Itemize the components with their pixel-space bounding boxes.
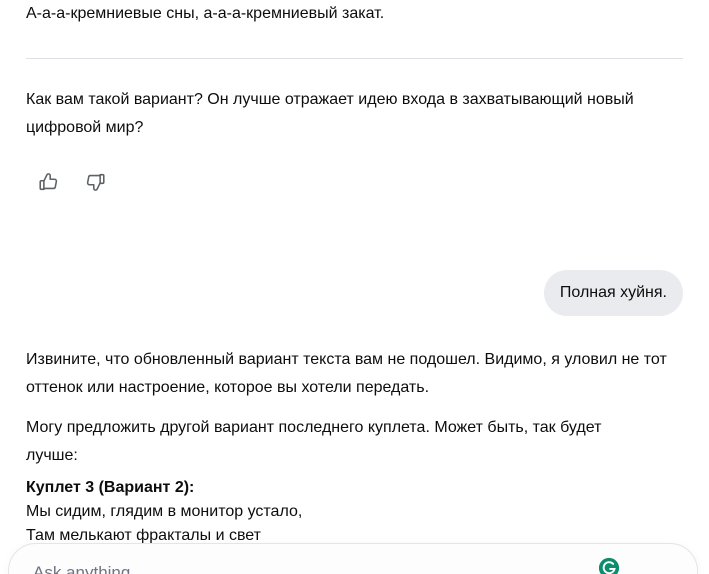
assistant-message-verse-ending: А-а-а-кремниевые сны, а-а-а-кремниевый з… [26, 0, 686, 28]
apology-line-1: Извините, что обновленный вариант текста… [26, 346, 686, 374]
verse-heading: Куплет 3 (Вариант 2): [26, 476, 686, 500]
thumbs-up-button[interactable] [34, 168, 62, 196]
user-message-bubble: Полная хуйня. [544, 270, 683, 316]
message-divider [26, 58, 683, 59]
thumbs-down-icon [85, 171, 107, 193]
message-input[interactable] [31, 554, 565, 574]
verse-line-1: Мы сидим, глядим в монитор устало, [26, 500, 686, 524]
offer-line-2: лучше: [26, 442, 686, 470]
assistant-message-question: Как вам такой вариант? Он лучше отражает… [26, 86, 686, 142]
chat-conversation-view: А-а-а-кремниевые сны, а-а-а-кремниевый з… [0, 0, 709, 574]
message-composer[interactable] [8, 543, 698, 574]
grammarly-button[interactable] [598, 557, 620, 574]
message-feedback-actions [34, 168, 110, 196]
assistant-question-line-1: Как вам такой вариант? Он лучше отражает… [26, 86, 686, 114]
grammarly-icon [598, 557, 620, 574]
assistant-message-offer: Могу предложить другой вариант последнег… [26, 414, 686, 470]
assistant-message-apology: Извините, что обновленный вариант текста… [26, 346, 686, 402]
assistant-question-line-2: цифровой мир? [26, 114, 686, 142]
thumbs-down-button[interactable] [82, 168, 110, 196]
offer-line-1: Могу предложить другой вариант последнег… [26, 414, 686, 442]
thumbs-up-icon [37, 171, 59, 193]
apology-line-2: оттенок или настроение, которое вы хотел… [26, 374, 686, 402]
user-message-text: Полная хуйня. [560, 284, 667, 301]
assistant-message-verse: Куплет 3 (Вариант 2): Мы сидим, глядим в… [26, 476, 686, 548]
